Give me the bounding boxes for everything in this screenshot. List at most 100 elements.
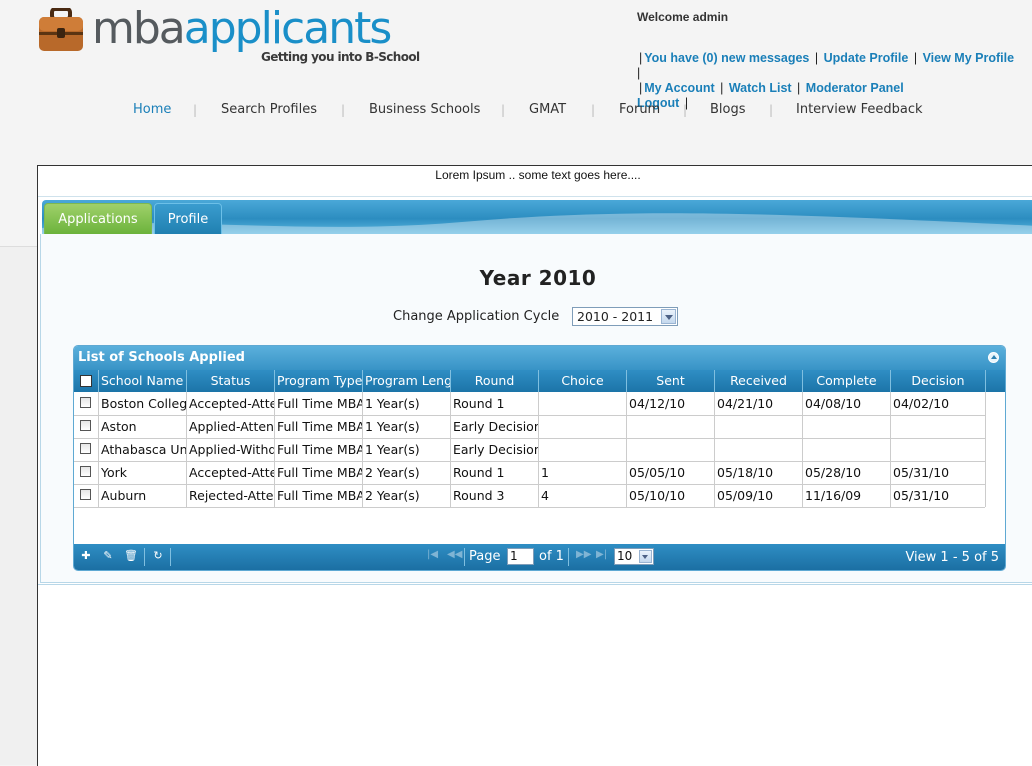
table-cell: Early Decision xyxy=(451,415,539,438)
select-all-checkbox[interactable] xyxy=(80,375,92,387)
table-cell xyxy=(803,438,891,461)
nav-search-profiles[interactable]: Search Profiles xyxy=(221,102,317,117)
next-page-icon[interactable]: ▶▶ xyxy=(576,549,591,560)
cycle-select-value: 2010 - 2011 xyxy=(577,309,654,324)
table-cell: 04/21/10 xyxy=(715,392,803,415)
table-cell: 04/12/10 xyxy=(627,392,715,415)
select-all-cell xyxy=(74,370,99,392)
row-checkbox[interactable] xyxy=(80,466,91,477)
col-header[interactable]: Program Length xyxy=(363,370,451,392)
welcome-text: Welcome admin xyxy=(637,10,729,24)
page-count: of 1 xyxy=(539,549,564,564)
edit-icon[interactable]: ✎ xyxy=(102,550,114,562)
table-row[interactable]: YorkAccepted-AttendingFull Time MBA2 Yea… xyxy=(74,461,986,485)
row-checkbox[interactable] xyxy=(80,489,91,500)
delete-icon[interactable]: 🗑 xyxy=(124,550,138,562)
col-header[interactable]: Decision xyxy=(891,370,986,392)
collapse-icon[interactable] xyxy=(988,352,999,363)
pager-divider xyxy=(464,548,465,566)
nav-home[interactable]: Home xyxy=(133,102,171,117)
moderator-panel-link[interactable]: Moderator Panel xyxy=(806,81,904,95)
logo-tagline: Getting you into B-School xyxy=(261,50,420,64)
col-header[interactable]: Round xyxy=(451,370,539,392)
view-records-text: View 1 - 5 of 5 xyxy=(905,550,999,565)
prev-page-icon[interactable]: ◀◀ xyxy=(447,549,462,560)
table-cell: 05/18/10 xyxy=(715,461,803,484)
nav-interview-feedback[interactable]: Interview Feedback xyxy=(796,102,923,117)
update-profile-link[interactable]: Update Profile xyxy=(824,51,909,65)
table-cell xyxy=(715,438,803,461)
table-cell: Early Decision xyxy=(451,438,539,461)
nav-blogs[interactable]: Blogs xyxy=(710,102,746,117)
messages-link[interactable]: You have (0) new messages xyxy=(644,51,809,65)
intro-text: Lorem Ipsum .. some text goes here.... xyxy=(435,168,641,182)
table-cell: 05/31/10 xyxy=(891,461,986,484)
table-row[interactable]: AstonApplied-AttendingFull Time MBA1 Yea… xyxy=(74,415,986,439)
nav-divider: | xyxy=(769,103,774,117)
col-header[interactable]: Sent xyxy=(627,370,715,392)
table-cell: Full Time MBA xyxy=(275,461,363,484)
table-cell: 1 Year(s) xyxy=(363,438,451,461)
table-cell xyxy=(627,438,715,461)
table-cell xyxy=(627,415,715,438)
table-row[interactable]: Boston CollegeAccepted-AttendingFull Tim… xyxy=(74,392,986,416)
panel-bottom-line xyxy=(38,584,1032,585)
tab-applications[interactable]: Applications xyxy=(44,203,152,234)
table-cell: 04/02/10 xyxy=(891,392,986,415)
nav-gmat[interactable]: GMAT xyxy=(529,102,566,117)
view-profile-link[interactable]: View My Profile xyxy=(923,51,1014,65)
tab-profile[interactable]: Profile xyxy=(154,203,222,234)
table-cell: Applied-Withdrawn xyxy=(187,438,275,461)
pager-divider xyxy=(144,548,145,566)
table-row[interactable]: AuburnRejected-AttendingFull Time MBA2 Y… xyxy=(74,484,986,508)
table-cell: 11/16/09 xyxy=(803,484,891,507)
row-checkbox-cell xyxy=(74,415,99,438)
left-strip xyxy=(0,247,37,765)
table-cell: 4 xyxy=(539,484,627,507)
col-header[interactable]: Program Type xyxy=(275,370,363,392)
table-cell: Rejected-Attending xyxy=(187,484,275,507)
refresh-icon[interactable]: ↻ xyxy=(152,550,164,562)
rows-per-page-select[interactable]: 10 xyxy=(614,548,654,565)
chevron-down-icon[interactable] xyxy=(661,309,676,324)
col-header[interactable]: Status xyxy=(187,370,275,392)
cycle-select[interactable]: 2010 - 2011 xyxy=(572,307,678,326)
table-cell xyxy=(539,415,627,438)
site-logo[interactable]: mbaapplicants Getting you into B-School xyxy=(38,4,428,68)
row-checkbox[interactable] xyxy=(80,420,91,431)
chevron-down-icon[interactable] xyxy=(639,550,652,563)
row-checkbox-cell xyxy=(74,461,99,484)
tab-bar: Applications Profile xyxy=(42,200,1032,234)
row-checkbox[interactable] xyxy=(80,443,91,454)
table-cell xyxy=(803,415,891,438)
row-checkbox[interactable] xyxy=(80,397,91,408)
table-row[interactable]: Athabasca UniversityApplied-WithdrawnFul… xyxy=(74,438,986,462)
table-cell: Round 1 xyxy=(451,461,539,484)
table-cell: Full Time MBA xyxy=(275,415,363,438)
table-cell xyxy=(891,438,986,461)
nav-forum[interactable]: Forum xyxy=(619,102,660,117)
watch-list-link[interactable]: Watch List xyxy=(729,81,792,95)
grid-header: School Name Status Program Type Program … xyxy=(74,370,1005,392)
row-checkbox-cell xyxy=(74,438,99,461)
table-cell: 05/31/10 xyxy=(891,484,986,507)
add-icon[interactable]: ✚ xyxy=(80,550,92,562)
first-page-icon[interactable]: |◀ xyxy=(427,549,438,560)
table-cell xyxy=(891,415,986,438)
col-header[interactable]: Choice xyxy=(539,370,627,392)
nav-divider: | xyxy=(341,103,346,117)
table-cell xyxy=(539,392,627,415)
page-input[interactable]: 1 xyxy=(507,548,534,565)
last-page-icon[interactable]: ▶| xyxy=(596,549,607,560)
table-cell: Round 3 xyxy=(451,484,539,507)
my-account-link[interactable]: My Account xyxy=(644,81,714,95)
col-header[interactable]: Complete xyxy=(803,370,891,392)
nav-business-schools[interactable]: Business Schools xyxy=(369,102,480,117)
pager-divider xyxy=(568,548,569,566)
table-cell: 05/09/10 xyxy=(715,484,803,507)
table-cell: 2 Year(s) xyxy=(363,484,451,507)
nav-divider: | xyxy=(591,103,596,117)
col-header[interactable]: Received xyxy=(715,370,803,392)
col-header[interactable]: School Name xyxy=(99,370,187,392)
table-cell: Auburn xyxy=(99,484,187,507)
